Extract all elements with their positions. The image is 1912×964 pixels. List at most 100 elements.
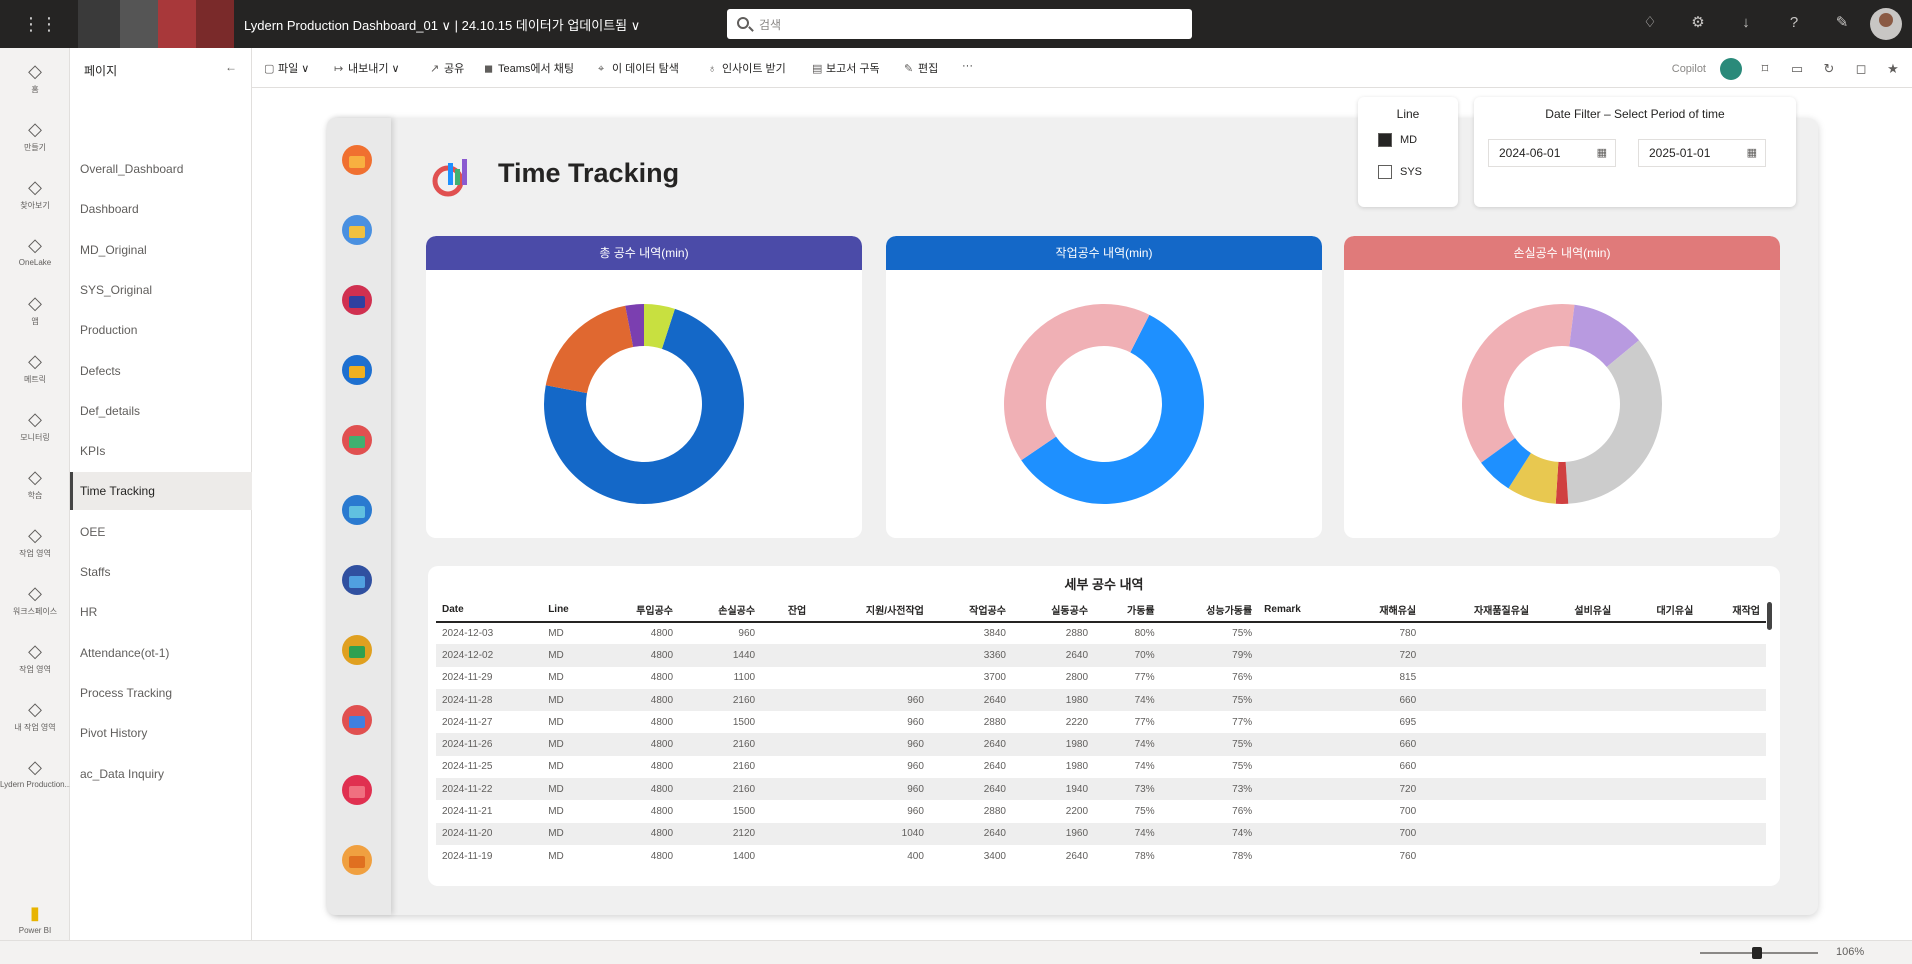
page-item[interactable]: Overall_Dashboard [70,150,252,188]
page-nav-button[interactable] [335,558,379,602]
edit-button[interactable]: ✎ 편집 [904,60,938,76]
table-header-cell[interactable]: Date [436,598,543,623]
line-option-sys[interactable]: SYS [1378,165,1422,179]
rail-item[interactable]: ◇ 모니터링 [0,402,70,456]
rail-item[interactable]: ◇ 학습 [0,460,70,514]
donut-slice[interactable] [1004,304,1150,461]
page-item[interactable]: Process Tracking [70,674,252,712]
page-item[interactable]: Defects [70,352,252,390]
subscribe-button[interactable]: ▤ 보고서 구독 [812,60,880,76]
page-item[interactable]: KPIs [70,432,252,470]
rail-item[interactable]: ◇ 홈 [0,54,70,108]
page-nav-button[interactable] [335,698,379,742]
table-header-cell[interactable]: 작업공수 [929,598,1012,623]
page-item[interactable]: Attendance(ot-1) [70,634,252,672]
table-header-cell[interactable]: 실동공수 [1011,598,1095,623]
bookmark-icon[interactable]: ⌑ [1756,60,1774,78]
table-cell [761,688,813,712]
table-scrollbar[interactable] [1767,602,1772,630]
page-nav-button[interactable] [335,838,379,882]
rail-item[interactable]: ◇ 만들기 [0,112,70,166]
page-item[interactable]: OEE [70,513,252,551]
page-item[interactable]: SYS_Original [70,271,252,309]
calendar-icon[interactable]: ▦ [1747,146,1757,159]
help-icon[interactable]: ? [1784,12,1804,34]
account-icon[interactable] [1720,58,1742,80]
table-cell [1422,711,1535,733]
rail-item[interactable]: ◇ Lydern Production... [0,750,70,804]
table-header-cell[interactable]: Line [542,598,597,623]
checkbox-unchecked[interactable] [1378,165,1392,179]
comment-icon[interactable]: ◻ [1852,60,1870,78]
more-button[interactable]: ··· [962,60,973,72]
user-avatar[interactable] [1870,8,1902,40]
rail-item[interactable]: ◇ OneLake [0,228,70,282]
rail-item[interactable]: ◇ 워크스페이스 [0,576,70,630]
page-nav-button[interactable] [335,628,379,672]
checkbox-checked[interactable] [1378,133,1392,147]
donut-slice[interactable] [545,305,634,394]
table-header-cell[interactable]: 지원/사전작업 [812,598,930,623]
page-item[interactable]: Pivot History [70,714,252,752]
favorite-icon[interactable]: ★ [1884,60,1902,78]
end-date-input[interactable]: 2025-01-01 ▦ [1638,139,1766,167]
line-option-md[interactable]: MD [1378,133,1417,147]
copilot-button[interactable]: Copilot [1672,63,1706,75]
page-item[interactable]: Time Tracking [70,472,252,511]
settings-icon[interactable]: ⚙ [1688,12,1708,34]
donut-slice[interactable] [1565,340,1662,504]
page-nav-button[interactable] [335,348,379,392]
collapse-icon[interactable]: ← [225,60,237,74]
page-item[interactable]: Staffs [70,553,252,591]
page-nav-button[interactable] [335,208,379,252]
rail-item[interactable]: ◇ 작업 영역 [0,518,70,572]
table-header-cell[interactable]: 설비유실 [1535,598,1618,623]
rail-item[interactable]: ◇ 내 작업 영역 [0,692,70,746]
refresh-icon[interactable]: ↻ [1820,60,1838,78]
page-item[interactable]: Production [70,311,252,349]
page-item[interactable]: Dashboard [70,190,252,228]
teams-chat-button[interactable]: ◼ Teams에서 채팅 [484,60,574,76]
page-nav-button[interactable] [335,488,379,532]
calendar-icon[interactable]: ▦ [1597,146,1607,159]
table-header-cell[interactable]: 재작업 [1699,598,1766,623]
notifications-icon[interactable]: ♢ [1640,12,1660,34]
rail-item[interactable]: ◇ 찾아보기 [0,170,70,224]
view-icon[interactable]: ▭ [1788,60,1806,78]
search-input[interactable]: 검색 [727,9,1192,39]
rail-item[interactable]: ◇ 작업 영역 [0,634,70,688]
app-launcher-icon[interactable]: ⋮⋮ [22,14,58,34]
rail-item[interactable]: ◇ 앱 [0,286,70,340]
page-nav-button[interactable] [335,768,379,812]
page-nav-button[interactable] [335,138,379,182]
download-icon[interactable]: ↓ [1736,12,1756,34]
export-menu[interactable]: ↦ 내보내기 ∨ [334,60,400,76]
start-date-input[interactable]: 2024-06-01 ▦ [1488,139,1616,167]
file-menu[interactable]: ▢ 파일 ∨ [264,60,309,76]
page-item[interactable]: MD_Original [70,231,252,269]
zoom-thumb[interactable] [1752,947,1762,959]
rail-item[interactable]: ◇ 메트릭 [0,344,70,398]
donut-slice[interactable] [1462,304,1575,463]
page-nav-button[interactable] [335,278,379,322]
app-title[interactable]: Lydern Production Dashboard_01 ∨ | 24.10… [244,15,640,34]
feedback-icon[interactable]: ✎ [1832,12,1852,34]
page-item[interactable]: Def_details [70,392,252,430]
share-button[interactable]: ↗ 공유 [430,60,464,76]
explore-data-button[interactable]: ⌖ 이 데이터 탐색 [598,60,679,76]
page-nav-button[interactable] [335,418,379,462]
table-header-cell[interactable]: 손실공수 [679,598,762,623]
table-cell [1422,756,1535,778]
table-header-cell[interactable]: 잔업 [761,598,813,623]
insights-button[interactable]: ♁ 인사이트 받기 [708,60,786,76]
table-header-cell[interactable]: 가동률 [1094,598,1161,623]
table-header-cell[interactable]: Remark [1258,598,1341,623]
table-header-cell[interactable]: 대기유실 [1617,598,1700,623]
table-cell: MD [548,672,564,684]
table-header-cell[interactable]: 성능가동률 [1160,598,1259,623]
page-item[interactable]: ac_Data Inquiry [70,755,252,793]
page-item[interactable]: HR [70,593,252,631]
table-header-cell[interactable]: 투입공수 [596,598,680,623]
table-header-cell[interactable]: 자재품질유실 [1422,598,1536,623]
table-header-cell[interactable]: 재해유실 [1340,598,1423,623]
